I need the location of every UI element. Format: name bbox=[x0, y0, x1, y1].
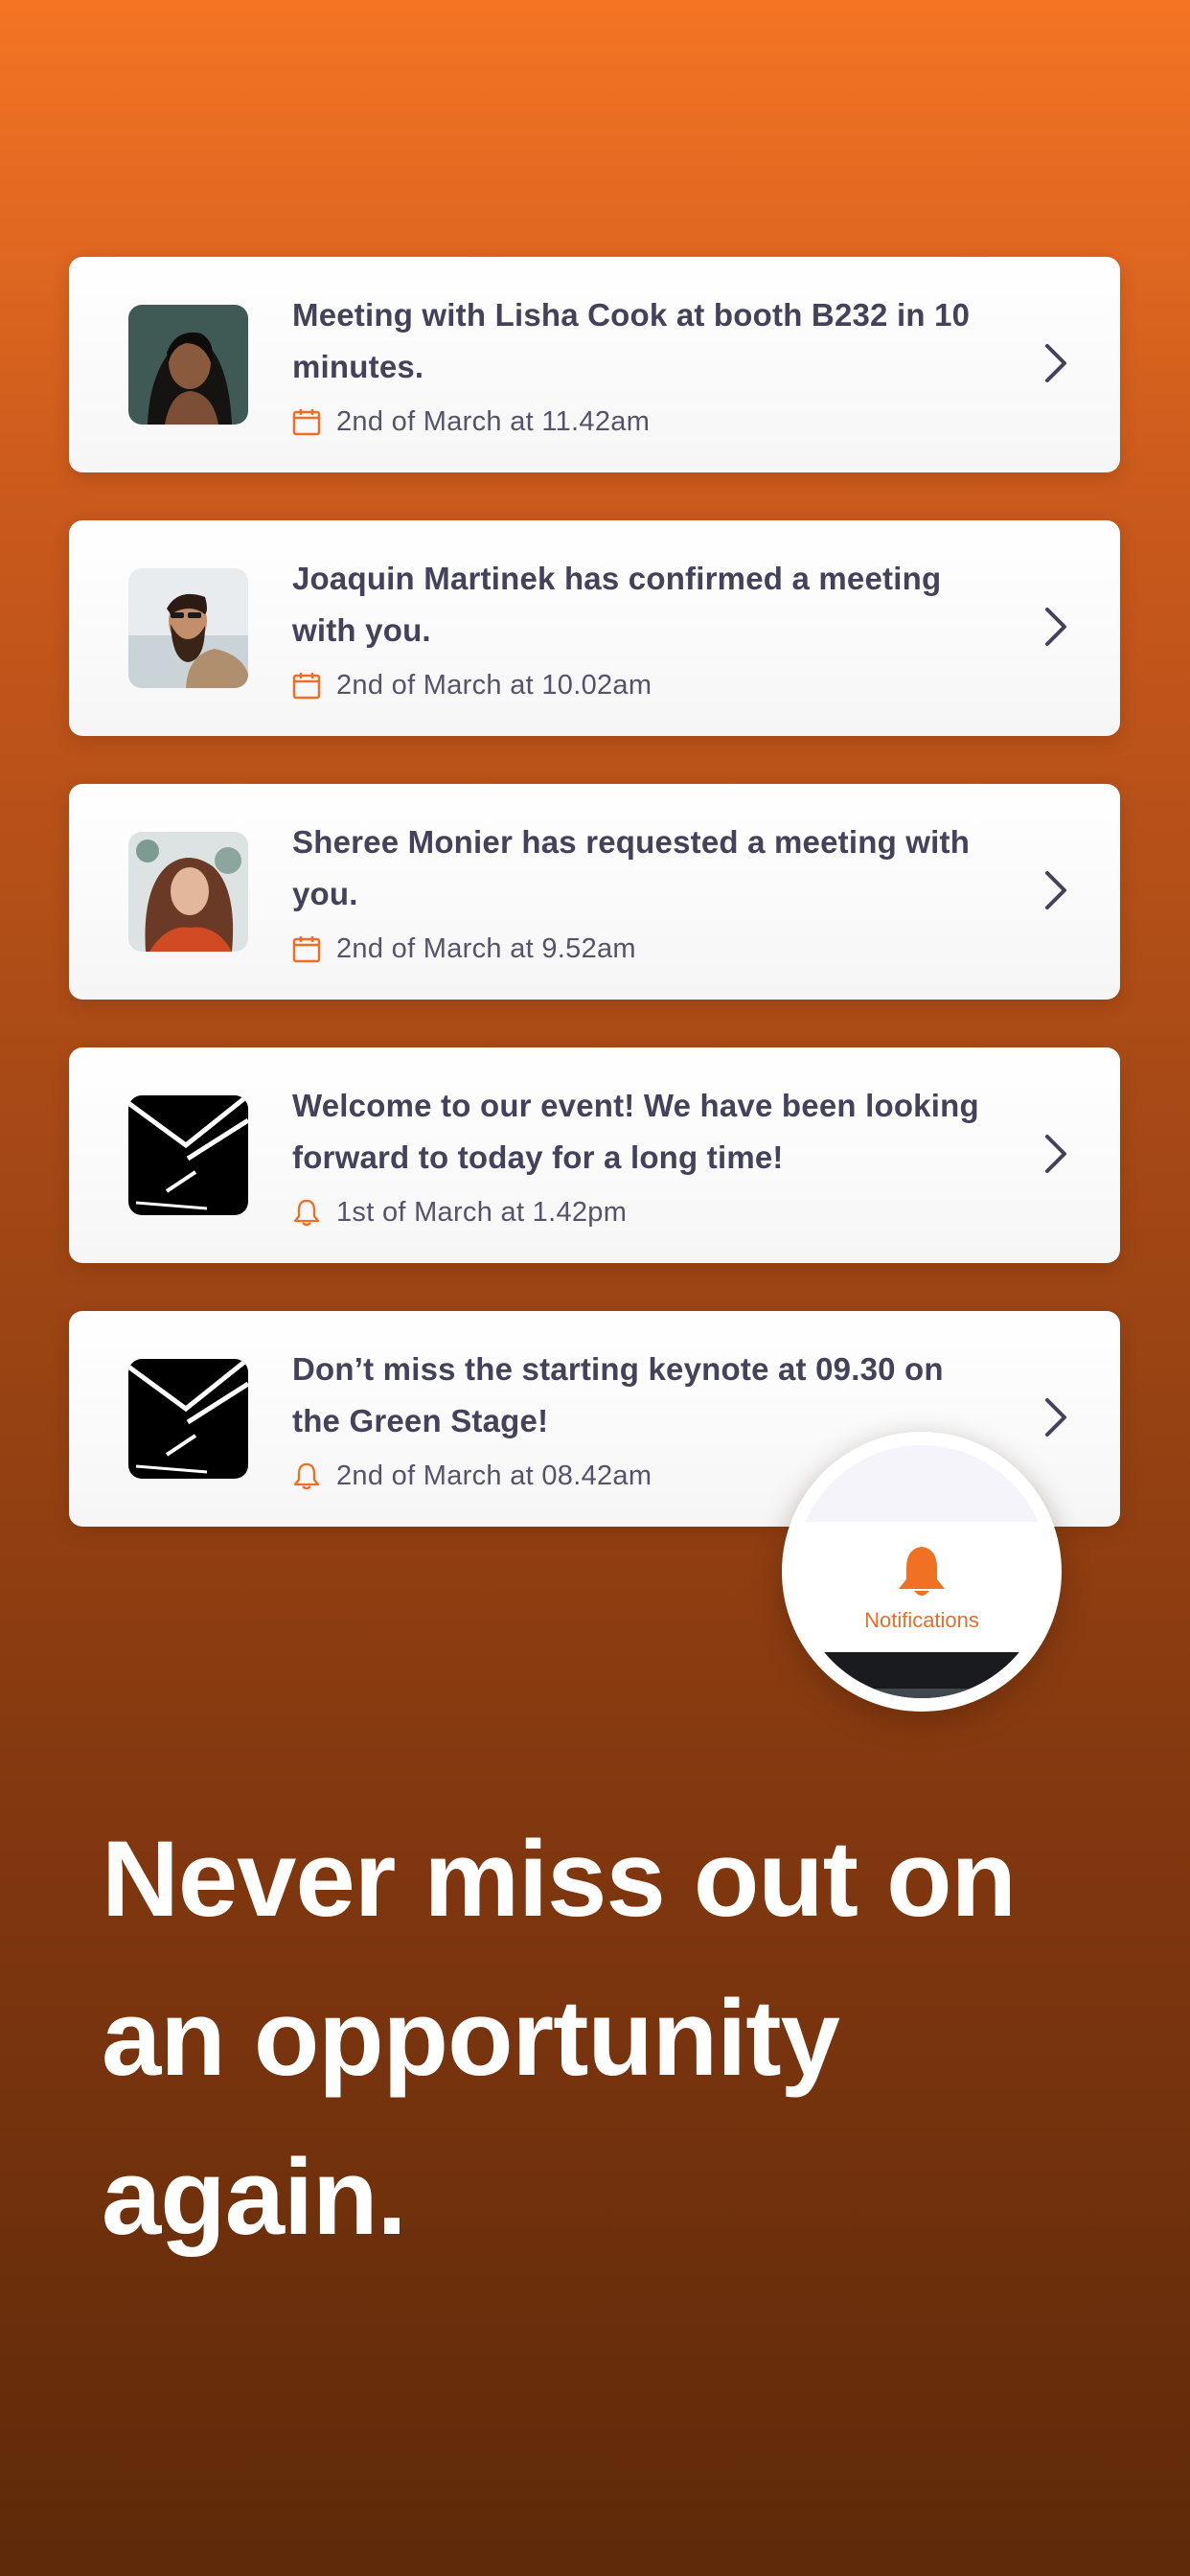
notification-time: 1st of March at 1.42pm bbox=[336, 1196, 628, 1228]
notification-title: Meeting with Lisha Cook at booth B232 in… bbox=[292, 297, 971, 384]
notifications-tab-preview: Notifications bbox=[795, 1445, 1048, 1698]
notification-card[interactable]: Meeting with Lisha Cook at booth B232 in… bbox=[69, 257, 1120, 472]
avatar bbox=[128, 568, 248, 688]
notification-meta: 2nd of March at 08.42am bbox=[292, 1457, 652, 1495]
event-logo bbox=[128, 1359, 248, 1479]
chevron-right-icon[interactable] bbox=[1041, 340, 1070, 386]
bell-icon bbox=[891, 1545, 952, 1598]
notification-title: Don’t miss the starting keynote at 09.30… bbox=[292, 1351, 944, 1438]
notification-meta: 2nd of March at 9.52am bbox=[292, 930, 636, 968]
chevron-right-icon[interactable] bbox=[1041, 604, 1070, 650]
chevron-right-icon[interactable] bbox=[1041, 1131, 1070, 1177]
notification-title: Joaquin Martinek has confirmed a meeting… bbox=[292, 561, 942, 648]
headline: Never miss out on an opportunity again. bbox=[102, 1819, 1017, 2257]
notification-time: 2nd of March at 11.42am bbox=[336, 405, 651, 437]
avatar bbox=[128, 832, 248, 952]
bell-icon bbox=[292, 1198, 321, 1227]
notification-meta: 2nd of March at 11.42am bbox=[292, 402, 650, 441]
notification-card[interactable]: Sheree Monier has requested a meeting wi… bbox=[69, 784, 1120, 1000]
notifications-tab-label: Notifications bbox=[864, 1608, 979, 1632]
tab-bar-strip bbox=[795, 1689, 1048, 1698]
notification-meta: 1st of March at 1.42pm bbox=[292, 1193, 627, 1231]
notification-time: 2nd of March at 08.42am bbox=[336, 1460, 652, 1491]
notification-title: Sheree Monier has requested a meeting wi… bbox=[292, 824, 971, 911]
tab-bar-top bbox=[795, 1445, 1048, 1522]
notification-title: Welcome to our event! We have been looki… bbox=[292, 1088, 979, 1175]
notification-card[interactable]: Welcome to our event! We have been looki… bbox=[69, 1047, 1120, 1263]
chevron-right-icon[interactable] bbox=[1041, 1394, 1070, 1440]
notification-time: 2nd of March at 10.02am bbox=[336, 669, 652, 701]
notification-card[interactable]: Joaquin Martinek has confirmed a meeting… bbox=[69, 520, 1120, 736]
bell-icon bbox=[292, 1461, 321, 1490]
event-logo bbox=[128, 1095, 248, 1215]
notifications-tab-bubble[interactable]: Notifications bbox=[782, 1432, 1062, 1712]
calendar-icon bbox=[292, 407, 321, 436]
calendar-icon bbox=[292, 934, 321, 963]
chevron-right-icon[interactable] bbox=[1041, 867, 1070, 913]
notification-meta: 2nd of March at 10.02am bbox=[292, 666, 652, 704]
calendar-icon bbox=[292, 671, 321, 700]
notification-time: 2nd of March at 9.52am bbox=[336, 932, 636, 964]
avatar bbox=[128, 305, 248, 425]
